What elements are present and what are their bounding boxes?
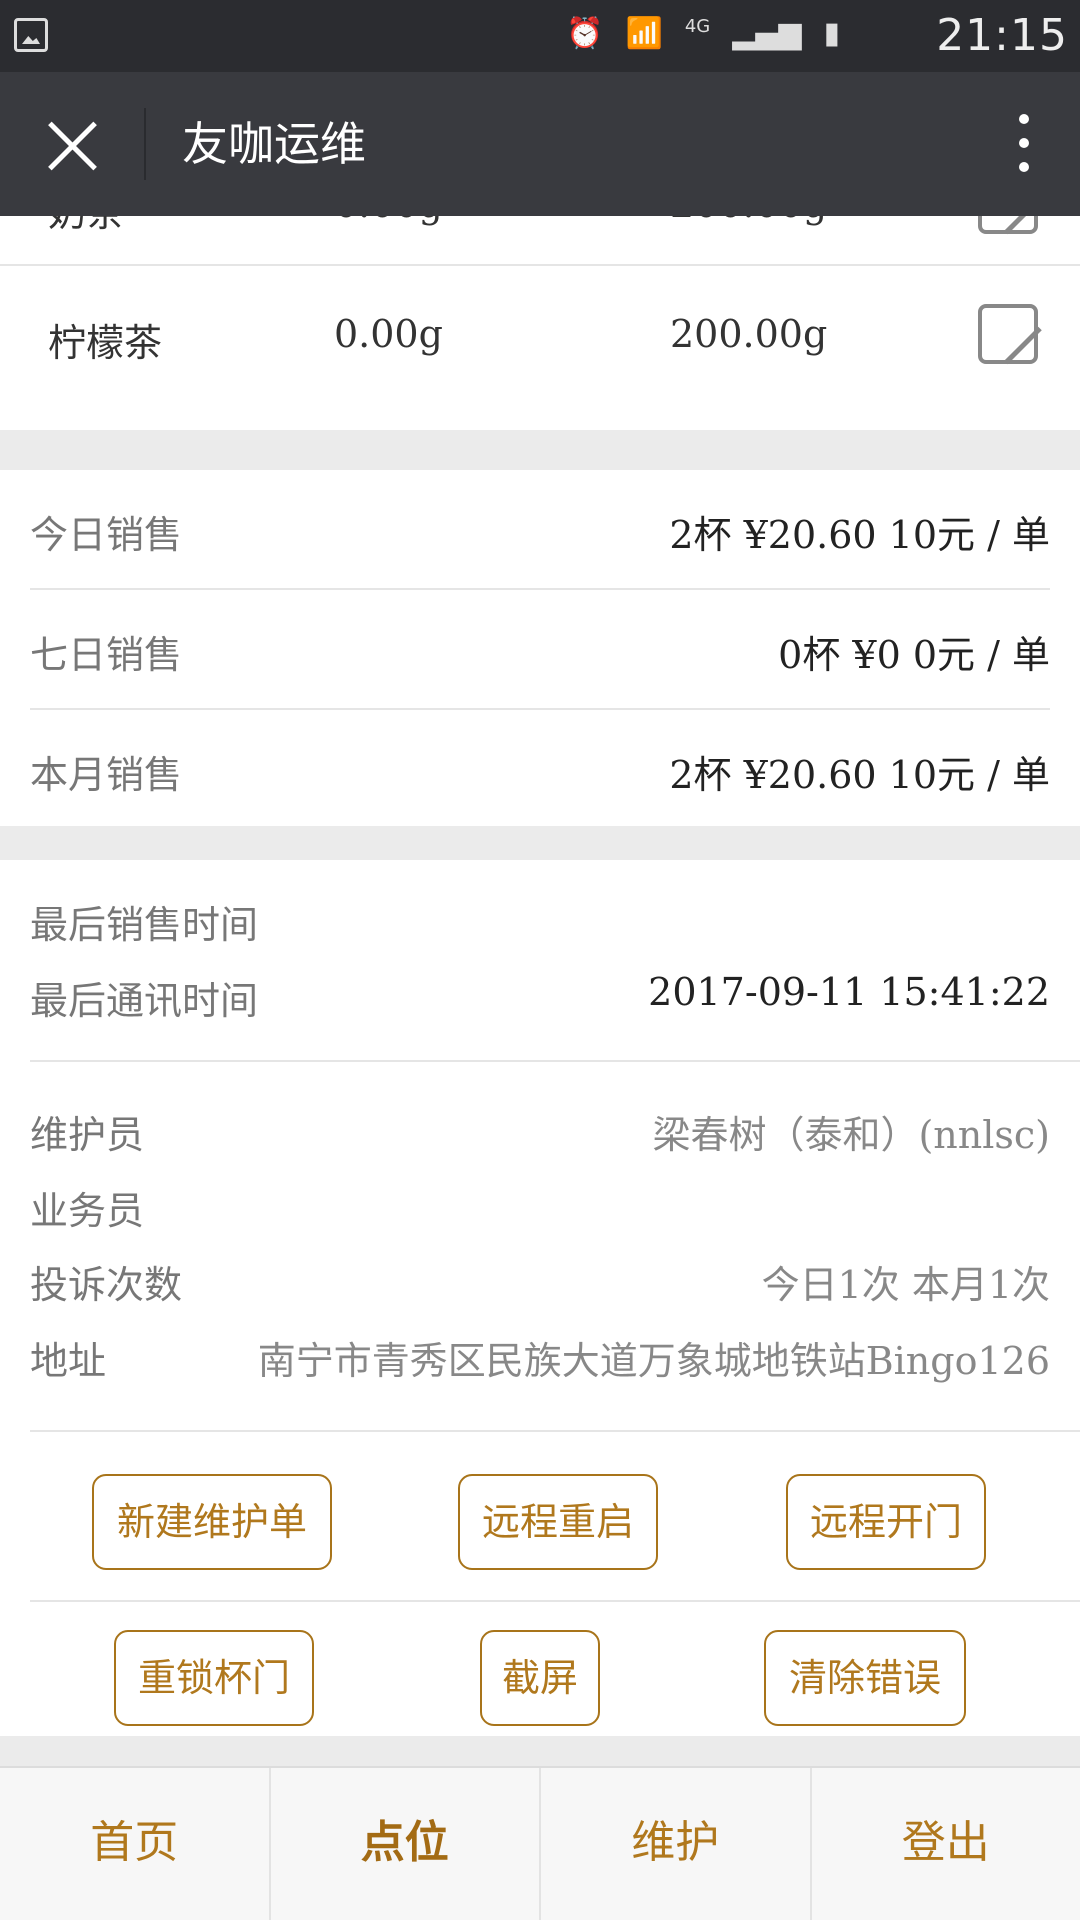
info-value: 梁春树（泰和）(nnlsc) <box>652 1113 1050 1157</box>
signal-icon: ▂▄▆ <box>732 16 802 51</box>
sales-row-week: 七日销售 0杯 ¥0 0元 / 单 <box>30 590 1050 710</box>
material-name: 柠檬茶 <box>48 321 163 365</box>
complaints: 投诉次数 今日1次 本月1次 <box>30 1254 1050 1314</box>
sales-label: 今日销售 <box>30 513 183 557</box>
clock: 21:15 <box>936 10 1068 61</box>
title-divider <box>144 108 146 180</box>
divider <box>30 1600 1080 1602</box>
sales-label: 本月销售 <box>30 753 183 797</box>
material-current: 0.00g <box>334 216 443 226</box>
info-label: 最后销售时间 <box>30 903 259 947</box>
info-label: 地址 <box>30 1339 107 1383</box>
bottom-tab-bar: 首页 点位 维护 登出 <box>0 1766 1080 1920</box>
divider <box>30 1430 1080 1432</box>
title-bar: 友咖运维 <box>0 72 1080 216</box>
maintainer: 维护员 梁春树（泰和）(nnlsc) <box>30 1104 1050 1164</box>
relock-cup-door-button[interactable]: 重锁杯门 <box>114 1630 314 1726</box>
tab-points[interactable]: 点位 <box>271 1768 541 1920</box>
main-content[interactable]: 奶茶 0.00g 200.00g 柠檬茶 0.00g 200.00g 今日销售 … <box>0 216 1080 1766</box>
battery-icon: ▮ <box>823 16 840 51</box>
remote-restart-button[interactable]: 远程重启 <box>458 1474 658 1570</box>
close-icon[interactable] <box>42 116 102 176</box>
more-menu-icon[interactable] <box>1004 114 1044 178</box>
new-maintenance-order-button[interactable]: 新建维护单 <box>92 1474 332 1570</box>
info-label: 最后通讯时间 <box>30 979 259 1023</box>
wifi-icon: 📶 <box>625 16 663 51</box>
info-label: 维护员 <box>30 1113 145 1157</box>
sales-value: 2杯 ¥20.60 10元 / 单 <box>669 513 1050 557</box>
clear-error-button[interactable]: 清除错误 <box>764 1630 966 1726</box>
gallery-notification-icon <box>14 18 48 52</box>
screenshot-button[interactable]: 截屏 <box>480 1630 600 1726</box>
address: 地址 南宁市青秀区民族大道万象城地铁站Bingo126 <box>30 1330 1050 1390</box>
last-sale-time: 最后销售时间 <box>30 894 1050 954</box>
divider <box>30 1060 1080 1062</box>
sales-card: 今日销售 2杯 ¥20.60 10元 / 单 七日销售 0杯 ¥0 0元 / 单… <box>0 470 1080 826</box>
status-icons: ⏰ 📶 4G ▂▄▆ ▮ <box>566 14 840 54</box>
sales-row-month: 本月销售 2杯 ¥20.60 10元 / 单 <box>30 710 1050 830</box>
material-current: 0.00g <box>334 312 443 356</box>
sales-value: 2杯 ¥20.60 10元 / 单 <box>669 753 1050 797</box>
status-bar: ⏰ 📶 4G ▂▄▆ ▮ 21:15 <box>0 0 1080 72</box>
page-title: 友咖运维 <box>182 117 366 171</box>
tab-logout[interactable]: 登出 <box>812 1768 1080 1920</box>
material-max: 200.00g <box>670 216 827 226</box>
network-type: 4G <box>684 16 711 37</box>
tab-maintenance[interactable]: 维护 <box>541 1768 812 1920</box>
sales-row-today: 今日销售 2杯 ¥20.60 10元 / 单 <box>30 470 1050 590</box>
salesman: 业务员 <box>30 1180 1050 1240</box>
info-value: 南宁市青秀区民族大道万象城地铁站Bingo126 <box>257 1339 1050 1383</box>
tab-home[interactable]: 首页 <box>0 1768 271 1920</box>
alarm-icon: ⏰ <box>566 16 604 51</box>
list-item: 柠檬茶 0.00g 200.00g <box>0 266 1080 394</box>
info-label: 业务员 <box>30 1189 145 1233</box>
edit-icon[interactable] <box>978 216 1038 234</box>
info-value: 今日1次 本月1次 <box>761 1263 1050 1307</box>
sales-value: 0杯 ¥0 0元 / 单 <box>778 633 1050 677</box>
section-gap <box>0 430 1080 470</box>
material-name: 奶茶 <box>48 216 124 237</box>
info-card: 最后销售时间 最后通讯时间 2017-09-11 15:41:22 维护员 梁春… <box>0 860 1080 1736</box>
info-label: 投诉次数 <box>30 1263 183 1307</box>
sales-label: 七日销售 <box>30 633 183 677</box>
info-value: 2017-09-11 15:41:22 <box>648 970 1050 1014</box>
edit-icon[interactable] <box>978 304 1038 364</box>
material-max: 200.00g <box>670 312 828 356</box>
last-comm-time: 最后通讯时间 2017-09-11 15:41:22 <box>30 970 1050 1030</box>
remote-open-door-button[interactable]: 远程开门 <box>786 1474 986 1570</box>
